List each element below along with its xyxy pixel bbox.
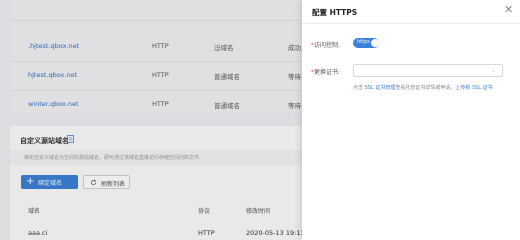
https-drawer: 配置 HTTPS ✕ *访问控制: https *更换证书: ⌄ 点击 SSL … <box>302 0 520 240</box>
toggle-text: https <box>357 39 370 45</box>
certificate-select[interactable]: ⌄ <box>353 64 503 77</box>
certificate-hint: 点击 SSL 证书管理查看托管证书详情或申请，上传新 SSL 证书 <box>353 84 493 91</box>
ssl-cert-manage-link[interactable]: SSL 证书管理 <box>365 85 396 91</box>
access-control-text: 访问控制: <box>314 42 341 49</box>
divider <box>302 23 520 24</box>
toggle-knob <box>371 39 379 47</box>
cert-label: *更换证书: <box>311 67 340 76</box>
close-icon[interactable]: ✕ <box>504 3 513 16</box>
hint-middle: 查看托管证书详情或申请， <box>395 85 456 91</box>
chevron-down-icon: ⌄ <box>491 67 497 74</box>
upload-ssl-cert-link[interactable]: 上传新 SSL 证书 <box>455 85 492 91</box>
drawer-title: 配置 HTTPS <box>312 8 358 17</box>
hint-prefix: 点击 <box>353 85 364 91</box>
modal-overlay[interactable] <box>0 0 302 240</box>
cert-label-text: 更换证书: <box>314 69 341 76</box>
access-control-label: *访问控制: <box>311 40 340 49</box>
https-toggle[interactable]: https <box>353 38 379 48</box>
